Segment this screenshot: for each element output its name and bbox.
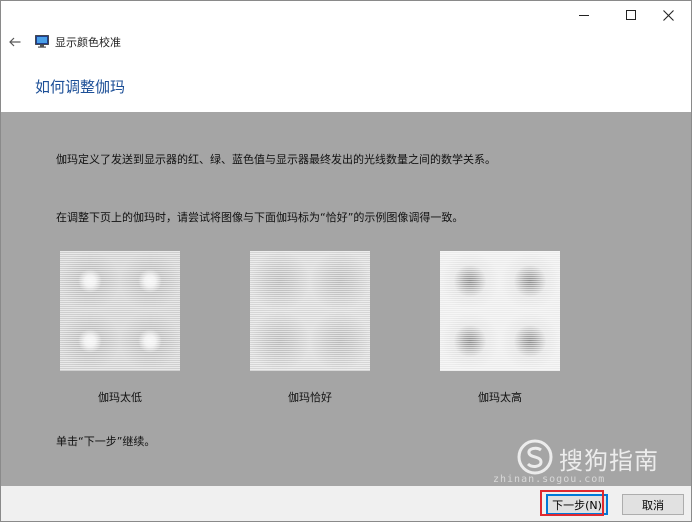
cancel-button[interactable]: 取消 bbox=[622, 494, 684, 515]
sogou-logo-icon bbox=[517, 439, 553, 475]
gamma-instruction: 在调整下页上的伽玛时，请尝试将图像与下面伽玛标为“恰好”的示例图像调得一致。 bbox=[56, 211, 464, 224]
gamma-ok-label: 伽玛恰好 bbox=[288, 391, 332, 404]
gamma-low-sample-image bbox=[60, 251, 180, 371]
window-title: 显示颜色校准 bbox=[55, 36, 121, 49]
navigation-row: 显示颜色校准 bbox=[1, 29, 691, 55]
close-icon bbox=[662, 9, 674, 21]
close-button[interactable] bbox=[651, 1, 685, 29]
watermark: 搜狗指南 zhinan.sogou.com bbox=[493, 439, 675, 485]
maximize-button[interactable] bbox=[614, 1, 648, 29]
gamma-low-label: 伽玛太低 bbox=[98, 391, 142, 404]
monitor-icon bbox=[35, 35, 49, 48]
arrow-left-icon bbox=[9, 37, 21, 47]
continue-hint: 单击“下一步”继续。 bbox=[56, 435, 156, 448]
minimize-button[interactable] bbox=[567, 1, 601, 29]
minimize-icon bbox=[579, 14, 589, 16]
gamma-description: 伽玛定义了发送到显示器的红、绿、蓝色值与显示器最终发出的光线数量之间的数学关系。 bbox=[56, 153, 496, 166]
gamma-high-label: 伽玛太高 bbox=[478, 391, 522, 404]
title-bar bbox=[1, 1, 691, 29]
content-panel: 伽玛定义了发送到显示器的红、绿、蓝色值与显示器最终发出的光线数量之间的数学关系。… bbox=[1, 112, 691, 486]
back-button[interactable] bbox=[5, 32, 25, 52]
page-title: 如何调整伽玛 bbox=[35, 78, 126, 96]
gamma-ok-sample-image bbox=[250, 251, 370, 371]
watermark-url: zhinan.sogou.com bbox=[493, 474, 606, 485]
watermark-text: 搜狗指南 bbox=[559, 447, 659, 475]
calibration-window: 显示颜色校准 如何调整伽玛 伽玛定义了发送到显示器的红、绿、蓝色值与显示器最终发… bbox=[0, 0, 692, 522]
maximize-icon bbox=[626, 10, 636, 20]
footer-bar: 下一步(N) 取消 bbox=[1, 486, 691, 521]
next-button[interactable]: 下一步(N) bbox=[546, 494, 608, 515]
gamma-high-sample-image bbox=[440, 251, 560, 371]
